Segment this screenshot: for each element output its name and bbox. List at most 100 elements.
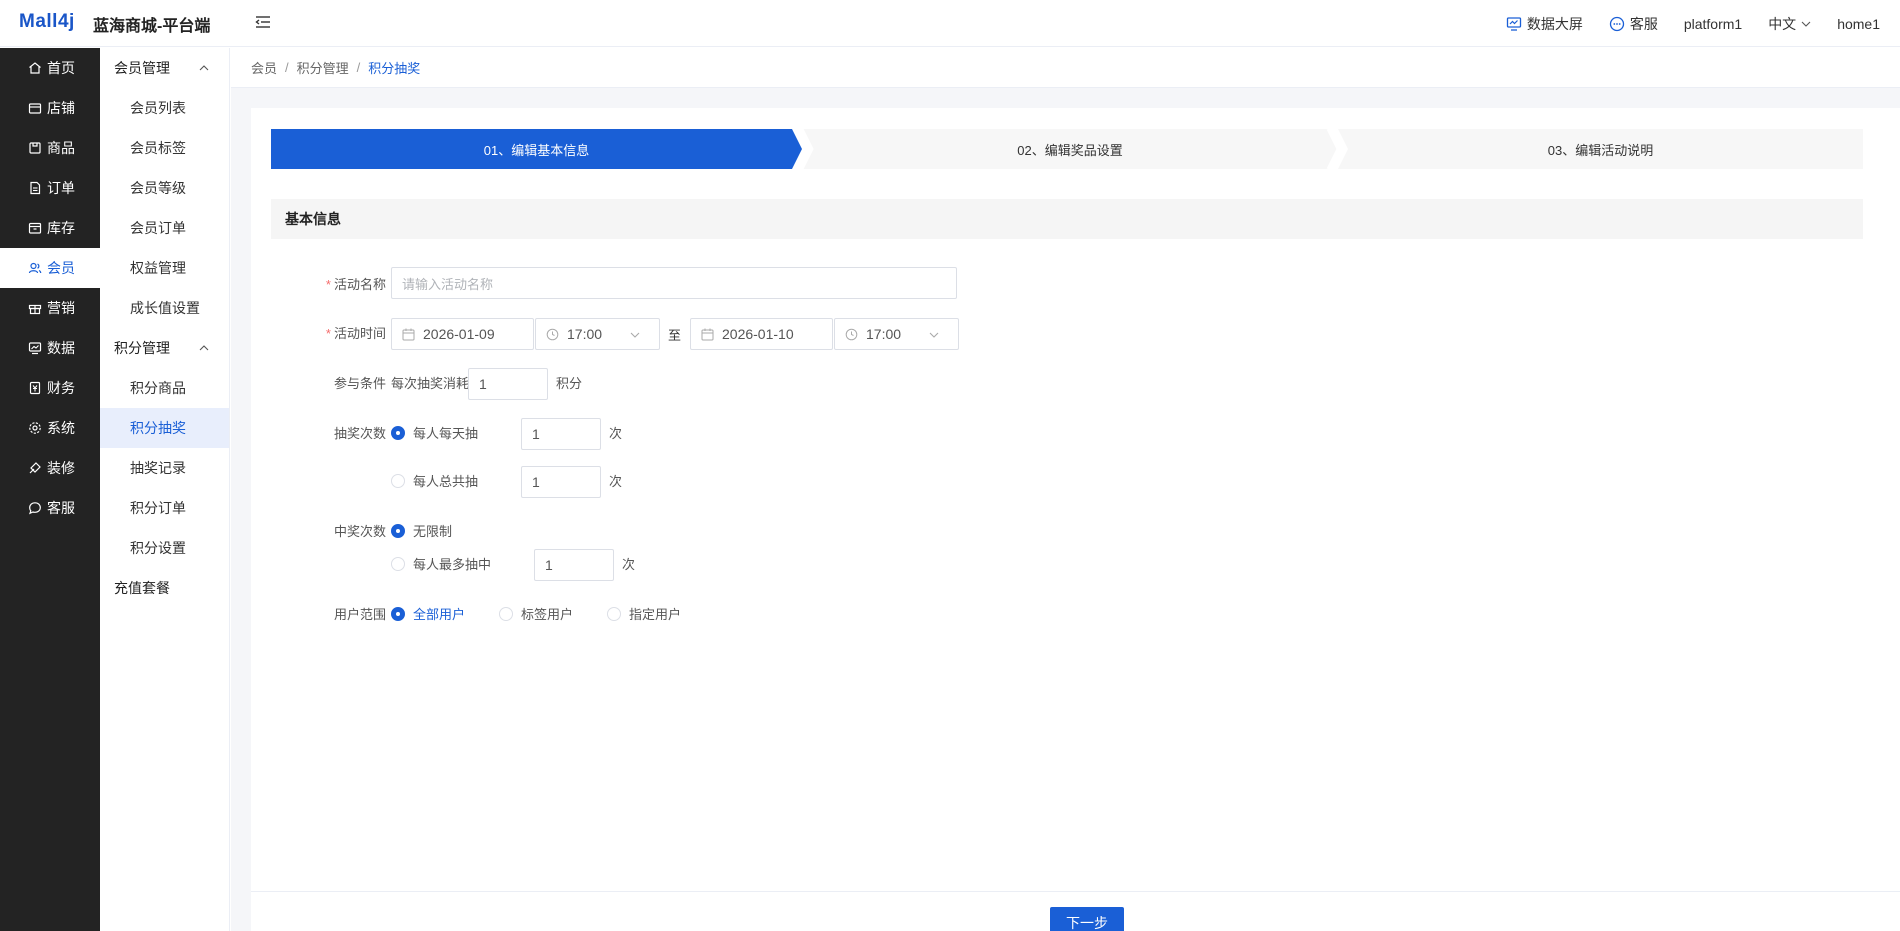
member-icon [28,262,42,274]
chat-icon [29,502,41,515]
subnav-item-lottery-record[interactable]: 抽奖记录 [100,448,229,488]
top-header: Mall4j 蓝海商城-平台端 数据大屏 客服 platform1 中文 hom… [0,0,1900,47]
subnav-group-member[interactable]: 会员管理 [100,48,229,88]
sidebar-item-shop[interactable]: 店铺 [0,88,100,128]
home-link[interactable]: home1 [1837,16,1880,32]
radio-label: 每人每天抽 [413,426,479,441]
footer-bar: 下一步 [251,891,1900,931]
subnav-group-label: 会员管理 [114,60,170,76]
sidebar-item-label: 数据 [47,340,75,356]
win-count-label: 中奖次数 [333,524,386,539]
service-label: 客服 [1629,15,1658,32]
subnav-item-member-level[interactable]: 会员等级 [100,168,229,208]
user-scope-label: 用户范围 [333,607,386,622]
sidebar-item-decorate[interactable]: 装修 [0,448,100,488]
breadcrumb-item[interactable]: 积分管理 [297,58,349,77]
next-step-button[interactable]: 下一步 [1050,907,1124,931]
sidebar-item-order[interactable]: 订单 [0,168,100,208]
subnav-group-points[interactable]: 积分管理 [100,328,229,368]
radio-label: 标签用户 [521,607,574,622]
subnav-item-member-order[interactable]: 会员订单 [100,208,229,248]
chart-icon [28,342,42,355]
step-1[interactable]: 01、编辑基本信息 [271,129,802,169]
sidebar-item-goods[interactable]: 商品 [0,128,100,168]
gift-icon [28,304,42,315]
radio-dot [391,425,405,440]
subnav-item-member-list[interactable]: 会员列表 [100,88,229,128]
sidebar-item-label: 客服 [47,500,75,516]
end-time-value: 17:00 [866,326,902,342]
subnav-item-growth[interactable]: 成长值设置 [100,288,229,328]
goods-icon [29,142,41,154]
chevron-up-icon [199,345,209,351]
draw-daily-input[interactable]: 1 [521,418,601,450]
win-max-unit: 次 [622,557,636,572]
form-card: 01、编辑基本信息 02、编辑奖品设置 03、编辑活动说明 基本信息 * 活动名称… [251,108,1900,931]
step-2[interactable]: 02、编辑奖品设置 [802,129,1338,169]
service-link[interactable]: 客服 [1609,14,1658,34]
sidebar-item-stock[interactable]: 库存 [0,208,100,248]
start-time-select[interactable]: 17:00 [535,318,660,350]
activity-name-input[interactable]: 请输入活动名称 [391,267,957,299]
subnav-item-points-settings[interactable]: 积分设置 [100,528,229,568]
draw-count-label: 抽奖次数 [333,426,386,441]
sidebar-item-label: 首页 [47,60,75,76]
sidebar-item-home[interactable]: 首页 [0,48,100,88]
subnav-item-rights[interactable]: 权益管理 [100,248,229,288]
monitor-icon [1506,16,1521,31]
radio-draw-total[interactable]: 每人总共抽 [391,471,478,490]
secondary-sidebar: 会员管理 会员列表 会员标签 会员等级 会员订单 权益管理 成长值设置 积分管理… [100,48,230,931]
subnav-item-points-goods[interactable]: 积分商品 [100,368,229,408]
gear-icon [29,422,41,434]
sidebar-item-data[interactable]: 数据 [0,328,100,368]
subnav-group-label: 充值套餐 [114,580,170,596]
breadcrumb-item[interactable]: 会员 [251,58,277,77]
start-time-value: 17:00 [567,326,603,342]
points-cost-input[interactable]: 1 [468,368,548,400]
main-content: 会员 / 积分管理 / 积分抽奖 01、编辑基本信息 02、编辑奖品设置 03、… [231,48,1900,931]
win-max-input[interactable]: 1 [534,549,614,581]
sidebar-item-marketing[interactable]: 营销 [0,288,100,328]
radio-win-max[interactable]: 每人最多抽中 [391,554,491,573]
chevron-up-icon [199,65,209,71]
decorate-icon [29,462,41,474]
subnav-item-recharge[interactable]: 充值套餐 [100,568,229,608]
radio-scope-tag[interactable]: 标签用户 [499,604,573,623]
end-time-select[interactable]: 17:00 [834,318,959,350]
language-select[interactable]: 中文 [1768,14,1811,34]
subnav-item-member-tag[interactable]: 会员标签 [100,128,229,168]
radio-dot [607,606,621,621]
menu-collapse-icon[interactable] [254,13,274,33]
logo[interactable]: Mall4j [19,11,75,33]
draw-total-input[interactable]: 1 [521,466,601,498]
subnav-item-points-order[interactable]: 积分订单 [100,488,229,528]
section-title: 基本信息 [271,199,1863,239]
sidebar-item-label: 系统 [47,420,75,436]
radio-draw-daily[interactable]: 每人每天抽 [391,423,478,442]
user-menu[interactable]: platform1 [1684,16,1742,32]
subnav-item-points-lottery[interactable]: 积分抽奖 [100,408,229,448]
sidebar-item-label: 营销 [47,300,75,316]
sidebar-item-label: 商品 [47,140,75,156]
sidebar-item-system[interactable]: 系统 [0,408,100,448]
start-date-picker[interactable]: 2026-01-09 [391,318,534,350]
clock-icon [546,328,559,340]
data-screen-link[interactable]: 数据大屏 [1506,14,1583,34]
radio-label: 指定用户 [629,607,682,622]
end-date-picker[interactable]: 2026-01-10 [690,318,833,350]
step-3[interactable]: 03、编辑活动说明 [1338,129,1863,169]
sidebar-item-member[interactable]: 会员 [0,248,100,288]
sidebar-item-finance[interactable]: 财务 [0,368,100,408]
shop-icon [28,103,42,114]
radio-dot [391,556,405,571]
sidebar-item-label: 店铺 [47,100,75,116]
radio-scope-all[interactable]: 全部用户 [391,604,465,623]
primary-sidebar: 首页 店铺 商品 订单 库存 会员 营销 数据 财务 系统 装修 客服 [0,48,100,931]
label-text: 活动名称 [333,277,386,292]
sidebar-item-service[interactable]: 客服 [0,488,100,528]
range-separator: 至 [668,328,682,343]
radio-win-unlimited[interactable]: 无限制 [391,521,452,540]
activity-name-label: * 活动名称 [296,274,386,293]
sidebar-item-label: 订单 [47,180,75,196]
radio-scope-specific[interactable]: 指定用户 [607,604,681,623]
